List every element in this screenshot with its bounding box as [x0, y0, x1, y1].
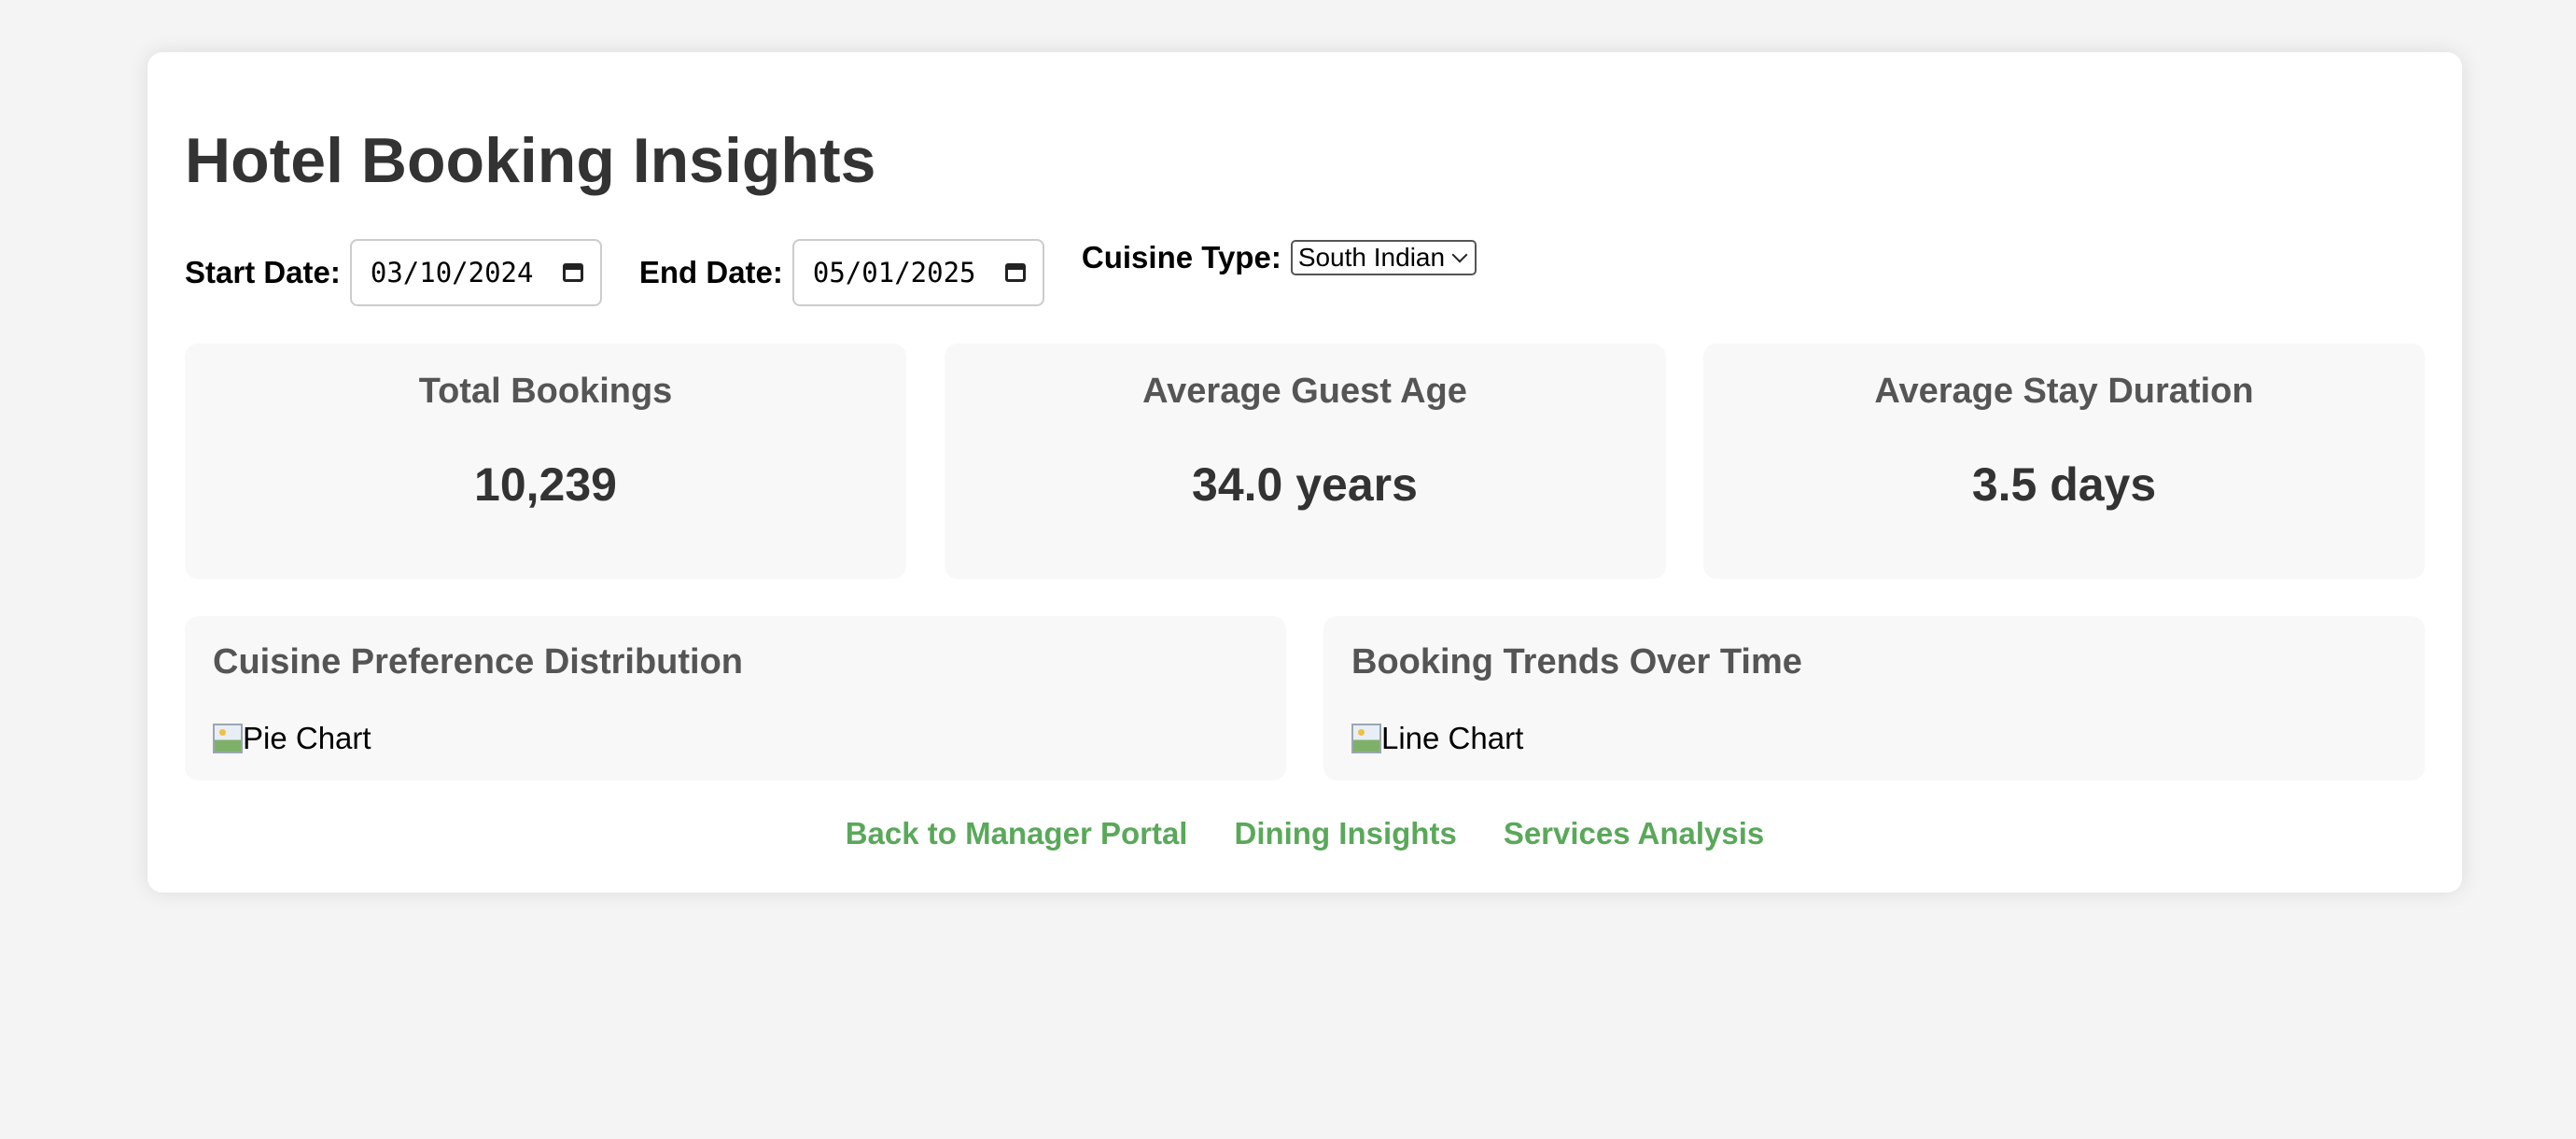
- pie-chart-alt-text: Pie Chart: [243, 721, 371, 755]
- cuisine-select[interactable]: South Indian: [1290, 240, 1477, 275]
- broken-image-icon: [213, 724, 243, 753]
- end-date-label: End Date:: [638, 255, 783, 289]
- booking-trends-panel: Booking Trends Over Time Line Chart: [1323, 616, 2425, 780]
- start-date-value: 03/10/2024: [370, 257, 534, 288]
- start-date-group: Start Date: 03/10/2024: [185, 239, 602, 306]
- line-chart-alt-text: Line Chart: [1381, 721, 1524, 755]
- stats-row: Total Bookings 10,239 Average Guest Age …: [185, 344, 2425, 579]
- end-date-group: End Date: 05/01/2025: [639, 239, 1044, 306]
- stat-card-total-bookings: Total Bookings 10,239: [185, 344, 906, 579]
- stat-card-average-stay-duration: Average Stay Duration 3.5 days: [1703, 344, 2425, 579]
- page-title: Hotel Booking Insights: [185, 125, 876, 196]
- cuisine-label: Cuisine Type:: [1081, 240, 1281, 274]
- back-to-manager-portal-link[interactable]: Back to Manager Portal: [846, 816, 1188, 851]
- start-date-input[interactable]: 03/10/2024: [349, 239, 602, 306]
- calendar-icon[interactable]: [1004, 263, 1026, 282]
- line-chart-image: Line Chart: [1351, 721, 1523, 756]
- stat-value: 34.0 years: [1192, 458, 1418, 511]
- stat-title: Total Bookings: [418, 372, 673, 411]
- chart-title: Cuisine Preference Distribution: [213, 642, 744, 682]
- start-date-label: Start Date:: [185, 255, 341, 289]
- stat-value: 3.5 days: [1971, 458, 2157, 511]
- stat-value: 10,239: [474, 458, 617, 511]
- cuisine-preference-panel: Cuisine Preference Distribution Pie Char…: [185, 616, 1286, 780]
- broken-image-icon: [1351, 724, 1381, 753]
- end-date-input[interactable]: 05/01/2025: [791, 239, 1044, 306]
- stat-title: Average Stay Duration: [1874, 372, 2254, 411]
- cuisine-selected-value: South Indian: [1297, 243, 1446, 272]
- pie-chart-image: Pie Chart: [213, 721, 371, 756]
- services-analysis-link[interactable]: Services Analysis: [1504, 816, 1764, 851]
- insights-container: Hotel Booking Insights Start Date: 03/10…: [147, 52, 2462, 893]
- footer-links: Back to Manager Portal Dining Insights S…: [147, 816, 2462, 851]
- chart-title: Booking Trends Over Time: [1351, 642, 1802, 682]
- chevron-down-icon: [1451, 246, 1468, 263]
- stat-title: Average Guest Age: [1142, 372, 1467, 411]
- stat-card-average-guest-age: Average Guest Age 34.0 years: [944, 344, 1666, 579]
- dining-insights-link[interactable]: Dining Insights: [1234, 816, 1456, 851]
- calendar-icon[interactable]: [562, 263, 583, 282]
- charts-row: Cuisine Preference Distribution Pie Char…: [185, 616, 2425, 780]
- filters-bar: Start Date: 03/10/2024 End Date: 05/01/2…: [185, 239, 1477, 306]
- end-date-value: 05/01/2025: [812, 257, 976, 288]
- cuisine-group: Cuisine Type: South Indian: [1082, 239, 1477, 276]
